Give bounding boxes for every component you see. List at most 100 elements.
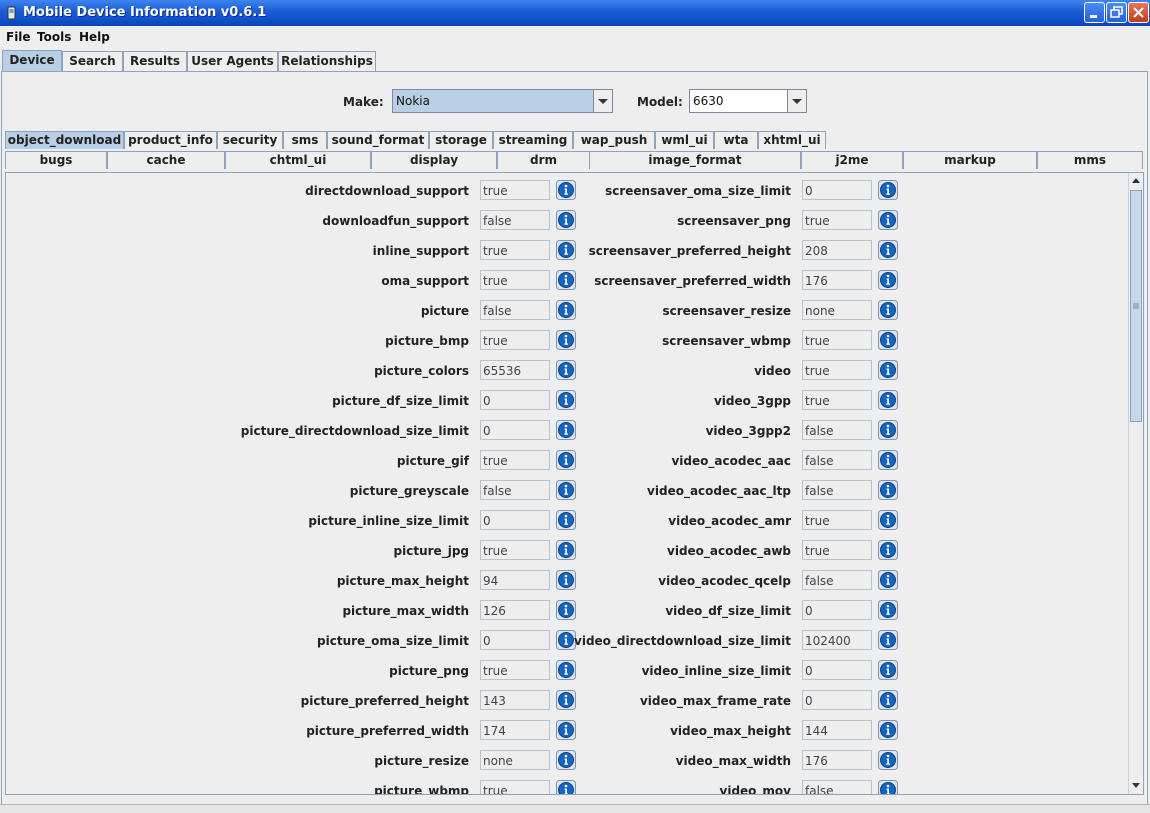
title-bar[interactable]: Mobile Device Information v0.6.1	[0, 0, 1150, 26]
property-value-field[interactable]: true	[480, 330, 550, 350]
info-button[interactable]	[878, 690, 898, 710]
property-value-field[interactable]: 126	[480, 600, 550, 620]
info-button[interactable]	[556, 240, 576, 260]
menu-file[interactable]: File	[6, 30, 31, 44]
property-value-field[interactable]: 102400	[802, 630, 872, 650]
property-value-field[interactable]: false	[480, 210, 550, 230]
property-value-field[interactable]: true	[480, 270, 550, 290]
property-value-field[interactable]: true	[480, 660, 550, 680]
property-value-field[interactable]: 0	[480, 510, 550, 530]
minimize-button[interactable]	[1084, 2, 1105, 23]
property-value-field[interactable]: false	[802, 780, 872, 794]
property-value-field[interactable]: true	[802, 360, 872, 380]
property-value-field[interactable]: none	[480, 750, 550, 770]
subtab-wap-push[interactable]: wap_push	[573, 131, 655, 149]
subtab-sound-format[interactable]: sound_format	[327, 131, 429, 149]
property-value-field[interactable]: true	[480, 450, 550, 470]
subtab-j2me[interactable]: j2me	[801, 151, 903, 169]
property-value-field[interactable]: 176	[802, 750, 872, 770]
info-button[interactable]	[556, 360, 576, 380]
info-button[interactable]	[878, 600, 898, 620]
info-button[interactable]	[878, 750, 898, 770]
property-value-field[interactable]: false	[802, 420, 872, 440]
property-value-field[interactable]: 65536	[480, 360, 550, 380]
info-button[interactable]	[556, 480, 576, 500]
info-button[interactable]	[556, 600, 576, 620]
property-value-field[interactable]: false	[802, 480, 872, 500]
tab-search[interactable]: Search	[62, 51, 123, 71]
subtab-cache[interactable]: cache	[107, 151, 225, 169]
property-value-field[interactable]: 0	[480, 630, 550, 650]
model-combo[interactable]: 6630	[689, 89, 807, 113]
property-value-field[interactable]: false	[480, 480, 550, 500]
property-value-field[interactable]: 0	[802, 180, 872, 200]
info-button[interactable]	[878, 540, 898, 560]
property-value-field[interactable]: true	[480, 240, 550, 260]
property-value-field[interactable]: none	[802, 300, 872, 320]
info-button[interactable]	[556, 630, 576, 650]
make-dropdown-button[interactable]	[593, 90, 612, 112]
property-value-field[interactable]: true	[802, 330, 872, 350]
property-value-field[interactable]: false	[802, 570, 872, 590]
subtab-wml-ui[interactable]: wml_ui	[655, 131, 714, 149]
info-button[interactable]	[878, 420, 898, 440]
property-value-field[interactable]: 144	[802, 720, 872, 740]
property-value-field[interactable]: 94	[480, 570, 550, 590]
info-button[interactable]	[556, 720, 576, 740]
property-value-field[interactable]: 0	[480, 420, 550, 440]
restore-button[interactable]	[1106, 2, 1127, 23]
subtab-storage[interactable]: storage	[429, 131, 493, 149]
subtab-chtml-ui[interactable]: chtml_ui	[225, 151, 371, 169]
info-button[interactable]	[556, 510, 576, 530]
subtab-bugs[interactable]: bugs	[5, 151, 107, 169]
property-value-field[interactable]: 0	[802, 690, 872, 710]
property-value-field[interactable]: 208	[802, 240, 872, 260]
info-button[interactable]	[878, 780, 898, 794]
info-button[interactable]	[556, 540, 576, 560]
property-value-field[interactable]: 174	[480, 720, 550, 740]
menu-help[interactable]: Help	[79, 30, 110, 44]
info-button[interactable]	[556, 660, 576, 680]
make-combo[interactable]: Nokia	[392, 89, 613, 113]
property-value-field[interactable]: true	[480, 540, 550, 560]
subtab-sms[interactable]: sms	[283, 131, 327, 149]
subtab-xhtml-ui[interactable]: xhtml_ui	[758, 131, 826, 149]
info-button[interactable]	[878, 360, 898, 380]
info-button[interactable]	[556, 750, 576, 770]
tab-results[interactable]: Results	[123, 51, 187, 71]
property-value-field[interactable]: true	[802, 390, 872, 410]
property-value-field[interactable]: true	[802, 540, 872, 560]
scroll-down-button[interactable]	[1129, 778, 1143, 793]
property-value-field[interactable]: 0	[802, 600, 872, 620]
property-value-field[interactable]: true	[802, 210, 872, 230]
property-value-field[interactable]: 143	[480, 690, 550, 710]
property-value-field[interactable]: 176	[802, 270, 872, 290]
info-button[interactable]	[878, 330, 898, 350]
info-button[interactable]	[878, 510, 898, 530]
info-button[interactable]	[878, 180, 898, 200]
tab-device[interactable]: Device	[2, 50, 62, 72]
property-value-field[interactable]: true	[480, 180, 550, 200]
info-button[interactable]	[878, 300, 898, 320]
info-button[interactable]	[556, 330, 576, 350]
info-button[interactable]	[556, 570, 576, 590]
property-value-field[interactable]: true	[802, 510, 872, 530]
model-dropdown-button[interactable]	[787, 90, 806, 112]
scroll-up-button[interactable]	[1129, 173, 1143, 188]
subtab-mms[interactable]: mms	[1037, 151, 1143, 169]
subtab-display[interactable]: display	[371, 151, 497, 169]
subtab-drm[interactable]: drm	[497, 151, 590, 169]
subtab-product-info[interactable]: product_info	[124, 131, 217, 149]
info-button[interactable]	[878, 660, 898, 680]
info-button[interactable]	[878, 570, 898, 590]
info-button[interactable]	[878, 210, 898, 230]
tab-user-agents[interactable]: User Agents	[187, 51, 278, 71]
info-button[interactable]	[878, 630, 898, 650]
info-button[interactable]	[556, 210, 576, 230]
scroll-thumb[interactable]	[1130, 190, 1142, 422]
info-button[interactable]	[878, 480, 898, 500]
info-button[interactable]	[556, 450, 576, 470]
info-button[interactable]	[556, 270, 576, 290]
subtab-streaming[interactable]: streaming	[493, 131, 573, 149]
close-button[interactable]	[1128, 2, 1149, 23]
